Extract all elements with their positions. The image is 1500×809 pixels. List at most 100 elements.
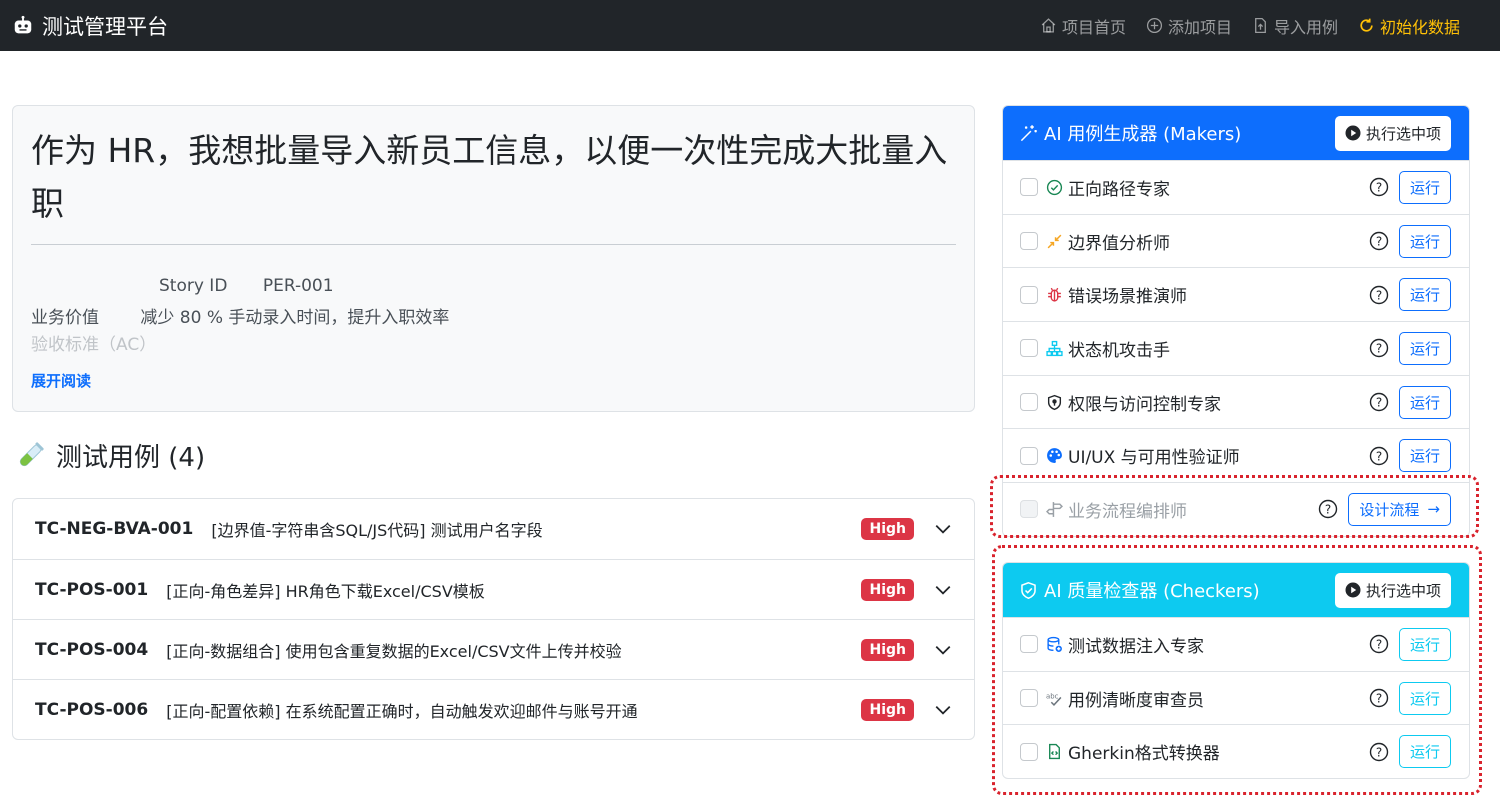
question-circle-icon[interactable]: ? — [1318, 499, 1338, 519]
story-card: 作为 HR，我想批量导入新员工信息，以便一次性完成大批量入职 Story ID … — [12, 105, 975, 412]
checkers-run-selected-label: 执行选中项 — [1365, 581, 1441, 600]
svg-text:?: ? — [1325, 503, 1331, 517]
workflow-checkbox[interactable] — [1020, 500, 1038, 519]
testcase-row[interactable]: TC-POS-004 [正向-数据组合] 使用包含重复数据的Excel/CSV文… — [13, 619, 974, 679]
chevron-down-icon[interactable] — [934, 701, 952, 719]
question-circle-icon[interactable]: ? — [1369, 742, 1389, 762]
question-circle-icon[interactable]: ? — [1369, 177, 1389, 197]
question-circle-icon[interactable]: ? — [1369, 446, 1389, 466]
checker-checkbox[interactable] — [1020, 689, 1038, 708]
maker-checkbox[interactable] — [1020, 446, 1038, 465]
play-circle-icon — [1345, 582, 1361, 598]
testcases-heading-text: 测试用例 (4) — [56, 443, 206, 473]
maker-checkbox[interactable] — [1020, 232, 1038, 251]
maker-checkbox[interactable] — [1020, 178, 1038, 197]
maker-label: 错误场景推演师 — [1068, 287, 1187, 308]
shield-lock-icon — [1047, 394, 1062, 410]
testcase-row[interactable]: TC-NEG-BVA-001 [边界值-字符串含SQL/JS代码] 测试用户名字… — [13, 499, 974, 559]
maker-run-button[interactable]: 运行 — [1398, 385, 1451, 419]
maker-checkbox[interactable] — [1020, 285, 1038, 304]
question-circle-icon[interactable]: ? — [1369, 392, 1389, 412]
robot-icon — [14, 15, 32, 33]
testcase-title: [正向-数据组合] 使用包含重复数据的Excel/CSV文件上传并校验 — [166, 641, 622, 661]
business-value-row: 业务价值 减少 80 % 手动录入时间，提升入职效率 — [31, 303, 449, 328]
maker-run-button[interactable]: 运行 — [1398, 278, 1451, 312]
makers-run-selected-button[interactable]: 执行选中项 — [1334, 115, 1451, 151]
testcase-row[interactable]: TC-POS-001 [正向-角色差异] HR角色下载Excel/CSV模板 H… — [13, 559, 974, 619]
workflow-label: 业务流程编排师 — [1068, 501, 1187, 522]
refresh-icon — [1360, 18, 1373, 32]
svg-text:?: ? — [1376, 288, 1382, 302]
story-id-label: Story ID — [159, 276, 228, 296]
maker-checkbox[interactable] — [1020, 339, 1038, 358]
checker-run-button[interactable]: 运行 — [1398, 681, 1451, 715]
priority-badge: High — [861, 638, 914, 661]
makers-panel: AI 用例生成器 (Makers) 执行选中项 正向路径专家 ? 运行 边界值分… — [1002, 105, 1470, 537]
business-value-label: 业务价值 — [31, 308, 99, 328]
testcase-id: TC-NEG-BVA-001 — [35, 519, 194, 539]
shield-check-icon — [1021, 581, 1036, 599]
file-upload-icon — [1255, 17, 1266, 34]
database-icon — [1047, 636, 1062, 652]
maker-label: 边界值分析师 — [1068, 233, 1170, 254]
nav-home[interactable]: 项目首页 — [1040, 14, 1126, 38]
svg-text:?: ? — [1376, 638, 1382, 652]
bug-icon — [1048, 288, 1061, 302]
signpost-icon — [1046, 502, 1063, 517]
testcase-id: TC-POS-004 — [35, 639, 149, 660]
nav-import-cases-label: 导入用例 — [1273, 17, 1338, 37]
svg-text:?: ? — [1376, 342, 1382, 356]
priority-badge: High — [861, 518, 914, 540]
test-tube-icon — [19, 441, 44, 466]
maker-checkbox[interactable] — [1020, 393, 1038, 412]
svg-text:?: ? — [1376, 395, 1382, 409]
maker-run-button[interactable]: 运行 — [1398, 170, 1451, 204]
maker-run-button[interactable]: 运行 — [1398, 331, 1451, 365]
acceptance-criteria-label: 验收标准（AC） — [31, 335, 157, 355]
checker-run-button[interactable]: 运行 — [1398, 735, 1451, 769]
maker-run-button[interactable]: 运行 — [1398, 224, 1451, 258]
story-title: 作为 HR，我想批量导入新员工信息，以便一次性完成大批量入职 — [31, 131, 948, 223]
maker-run-button[interactable]: 运行 — [1398, 439, 1451, 473]
diagram-icon — [1046, 340, 1063, 357]
checkers-panel-header: AI 质量检查器 (Checkers) 执行选中项 — [1003, 563, 1469, 617]
checker-label: Gherkin格式转换器 — [1068, 744, 1220, 765]
chevron-down-icon[interactable] — [934, 581, 952, 599]
checkers-panel: AI 质量检查器 (Checkers) 执行选中项 测试数据注入专家 ? 运行 … — [1002, 562, 1470, 780]
palette-icon — [1047, 448, 1062, 464]
checker-item: 测试数据注入专家 ? 运行 — [1003, 617, 1469, 671]
priority-badge: High — [861, 578, 914, 601]
maker-item: 权限与访问控制专家 ? 运行 — [1003, 374, 1469, 429]
checker-checkbox[interactable] — [1020, 635, 1038, 654]
makers-run-selected-label: 执行选中项 — [1365, 124, 1441, 143]
nav-import-cases[interactable]: 导入用例 — [1252, 14, 1338, 38]
testcase-row[interactable]: TC-POS-006 [正向-配置依赖] 在系统配置正确时，自动触发欢迎邮件与账… — [13, 679, 974, 739]
question-circle-icon[interactable]: ? — [1369, 688, 1389, 708]
question-circle-icon[interactable]: ? — [1369, 285, 1389, 305]
expand-read-link[interactable]: 展开阅读 — [31, 370, 91, 391]
question-circle-icon[interactable]: ? — [1369, 338, 1389, 358]
nav-init-data[interactable]: 初始化数据 — [1358, 14, 1460, 38]
question-circle-icon[interactable]: ? — [1369, 231, 1389, 251]
checker-checkbox[interactable] — [1020, 742, 1038, 761]
question-circle-icon[interactable]: ? — [1369, 634, 1389, 654]
brand[interactable]: 测试管理平台 — [12, 11, 168, 41]
makers-title: AI 用例生成器 (Makers) — [1044, 124, 1242, 145]
nav-add-project[interactable]: 添加项目 — [1146, 14, 1232, 38]
design-workflow-label: 设计流程 — [1359, 500, 1420, 519]
chevron-down-icon[interactable] — [934, 641, 952, 659]
svg-text:?: ? — [1376, 691, 1382, 705]
maker-label: 状态机攻击手 — [1068, 340, 1170, 361]
workflow-item: 业务流程编排师 ? 设计流程 → — [1003, 482, 1469, 536]
checkers-title: AI 质量检查器 (Checkers) — [1044, 581, 1260, 602]
checkers-run-selected-button[interactable]: 执行选中项 — [1334, 572, 1451, 608]
top-navbar: 测试管理平台 项目首页 添加项目 导入用例 初始化数据 — [0, 0, 1500, 51]
svg-text:?: ? — [1376, 181, 1382, 195]
checker-item: abc 用例清晰度审查员 ? 运行 — [1003, 670, 1469, 725]
checker-run-button[interactable]: 运行 — [1398, 627, 1451, 661]
testcase-accordion: TC-NEG-BVA-001 [边界值-字符串含SQL/JS代码] 测试用户名字… — [12, 498, 975, 740]
chevron-down-icon[interactable] — [934, 520, 952, 538]
testcase-title: [正向-配置依赖] 在系统配置正确时，自动触发欢迎邮件与账号开通 — [166, 701, 638, 721]
design-workflow-button[interactable]: 设计流程 → — [1348, 492, 1451, 526]
svg-text:?: ? — [1376, 234, 1382, 248]
